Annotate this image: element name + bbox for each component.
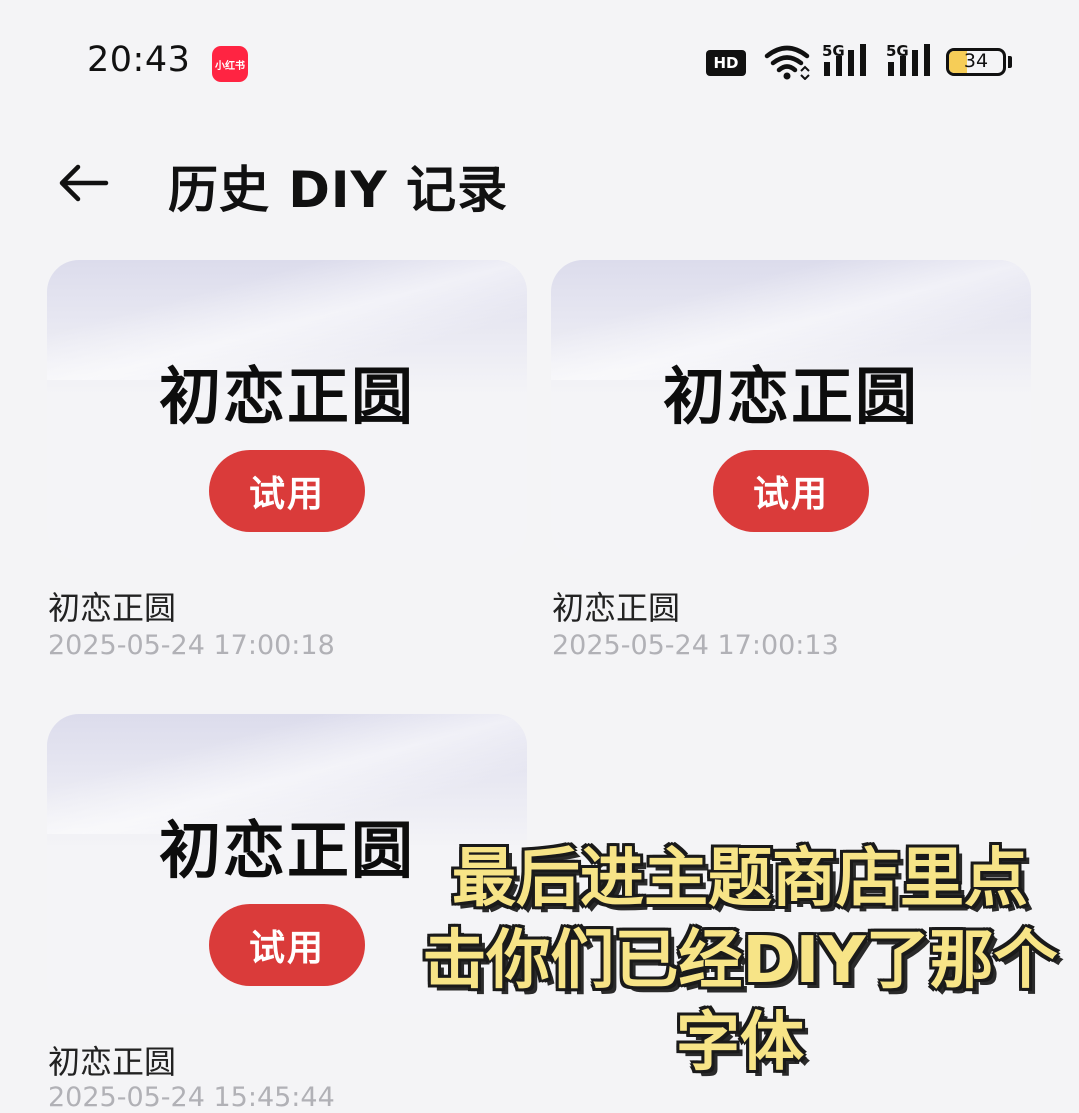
record-timestamp: 2025-05-24 15:45:44 — [48, 1082, 335, 1113]
try-button[interactable]: 试用 — [209, 450, 365, 532]
try-button[interactable]: 试用 — [713, 450, 869, 532]
wifi-icon — [764, 45, 810, 80]
record-name: 初恋正圆 — [48, 1043, 177, 1081]
hd-voice-icon: HD — [706, 50, 746, 76]
record-timestamp: 2025-05-24 17:00:18 — [48, 630, 335, 661]
font-preview-text: 初恋正圆 — [662, 360, 919, 433]
try-button[interactable]: 试用 — [209, 904, 365, 986]
arrow-left-icon — [59, 164, 109, 202]
battery-percent: 34 — [963, 50, 989, 72]
xiaohongshu-app-icon: 小红书 — [212, 46, 248, 82]
back-button[interactable] — [52, 152, 114, 214]
font-preview-text: 初恋正圆 — [158, 360, 415, 433]
font-preview-card[interactable]: 初恋正圆 试用 — [551, 260, 1031, 560]
record-timestamp: 2025-05-24 17:00:13 — [552, 630, 839, 661]
page-title: 历史 DIY 记录 — [168, 161, 509, 219]
signal-5g-icon: 5G — [886, 42, 934, 78]
caption-line: 最后进主题商店里点 — [452, 842, 1028, 916]
battery-icon: 34 — [946, 48, 1006, 76]
overlay-caption: 最后进主题商店里点 击你们已经DIY了那个 字体 — [420, 838, 1060, 1084]
battery-tip — [1008, 56, 1012, 68]
signal-5g-icon: 5G — [822, 42, 870, 78]
record-name: 初恋正圆 — [48, 589, 177, 627]
status-bar: 20:43 小红书 HD 5G 5G 34 — [0, 0, 1079, 120]
caption-line: 字体 — [676, 1006, 804, 1080]
font-preview-card[interactable]: 初恋正圆 试用 — [47, 260, 527, 560]
status-time: 20:43 — [87, 40, 191, 80]
record-name: 初恋正圆 — [552, 589, 681, 627]
caption-line: 击你们已经DIY了那个 — [422, 924, 1058, 998]
